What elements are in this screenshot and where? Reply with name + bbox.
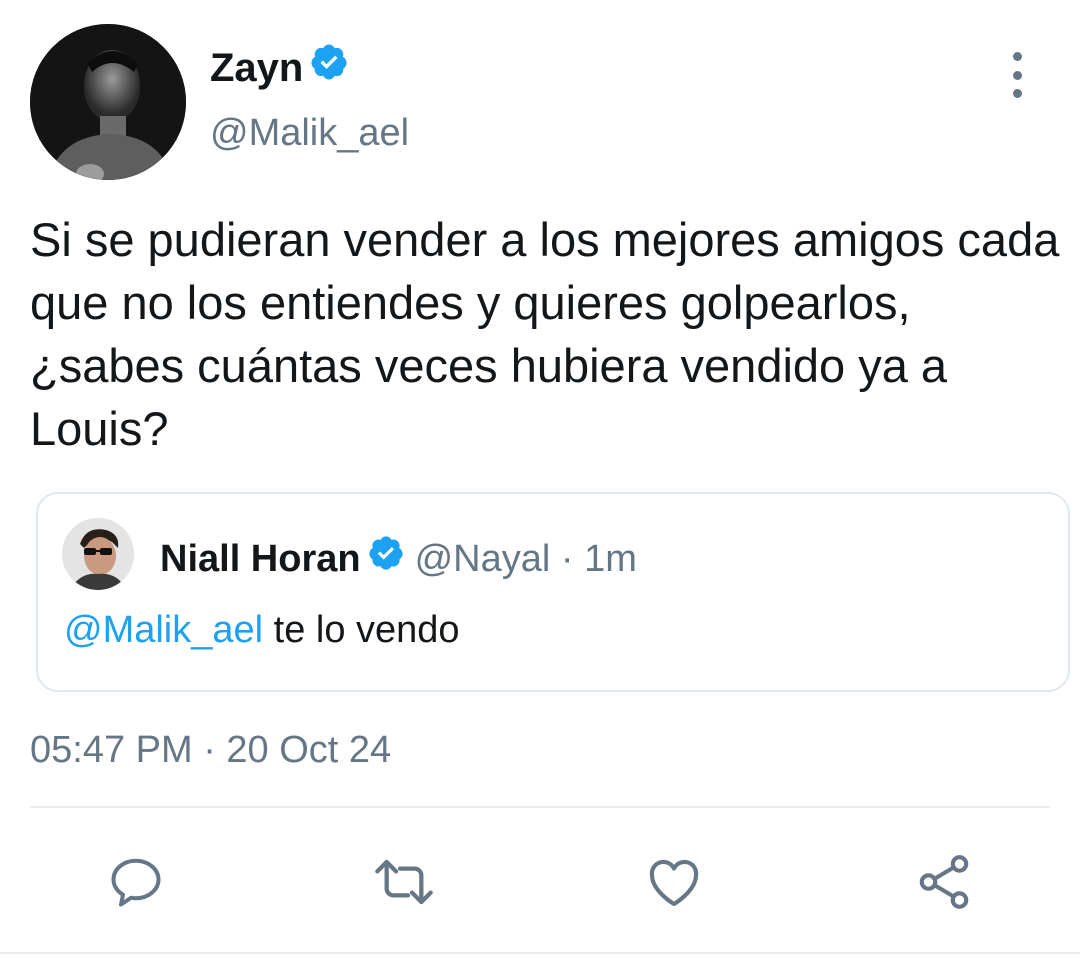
divider xyxy=(0,952,1080,954)
quoted-header: Niall Horan @Nayal · 1m xyxy=(160,534,637,584)
quoted-tweet[interactable]: Niall Horan @Nayal · 1m @Malik_ael te lo… xyxy=(36,492,1070,692)
tweet-timestamp[interactable]: 05:47 PM · 20 Oct 24 xyxy=(30,726,391,774)
author-handle[interactable]: @Malik_ael xyxy=(210,108,409,158)
like-icon[interactable] xyxy=(642,850,706,914)
quoted-author-avatar[interactable] xyxy=(62,518,134,590)
tweet-text: Si se pudieran vender a los mejores amig… xyxy=(30,213,1060,455)
author-avatar[interactable] xyxy=(30,24,186,180)
share-icon[interactable] xyxy=(912,850,976,914)
more-vertical-icon[interactable] xyxy=(1000,52,1034,98)
author-display-name[interactable]: Zayn xyxy=(210,42,349,94)
author-name-text: Zayn xyxy=(210,46,304,90)
reply-icon[interactable] xyxy=(104,850,168,914)
quoted-display-name[interactable]: Niall Horan xyxy=(160,535,361,583)
verified-badge-icon xyxy=(309,42,349,94)
quoted-body: te lo vendo xyxy=(263,609,460,651)
divider xyxy=(30,806,1050,808)
retweet-icon[interactable] xyxy=(372,850,436,914)
quoted-text: @Malik_ael te lo vendo xyxy=(64,606,460,654)
mention-link[interactable]: @Malik_ael xyxy=(64,609,263,651)
verified-badge-icon xyxy=(367,534,405,584)
quoted-handle-time: @Nayal · 1m xyxy=(414,538,637,580)
